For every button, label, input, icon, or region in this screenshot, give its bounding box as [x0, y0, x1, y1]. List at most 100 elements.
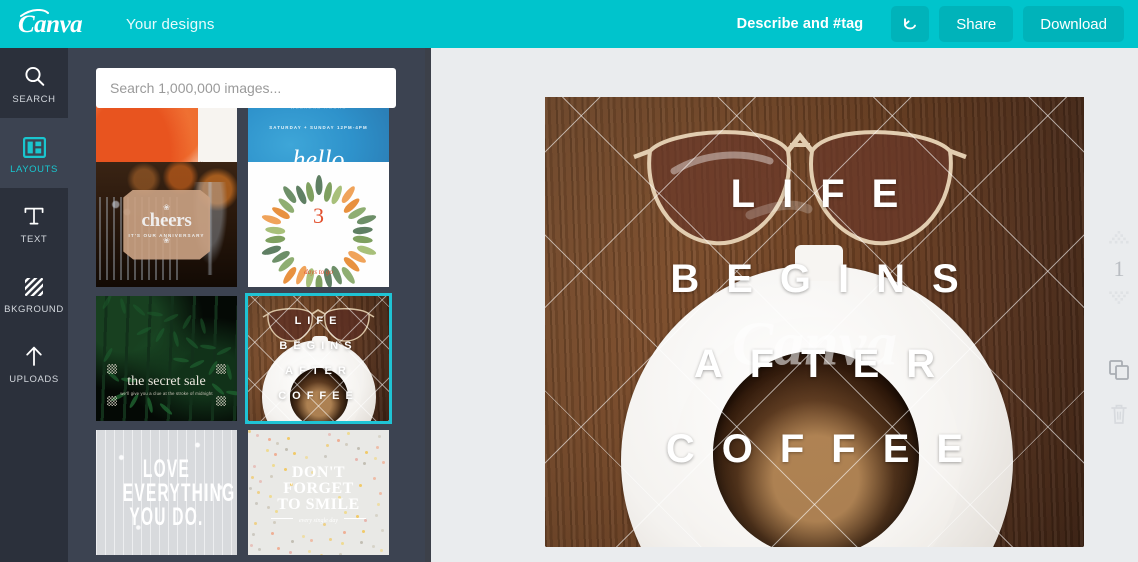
- layout-thumbnail-selected[interactable]: LIFE BEGINS AFTER COFFEE: [245, 293, 392, 424]
- sidebar-item-uploads[interactable]: UPLOADS: [0, 328, 68, 398]
- design-canvas[interactable]: Canva LIFE BEGINS AFTER COFFEE: [545, 97, 1084, 547]
- confetti-dot: [345, 443, 348, 446]
- share-button[interactable]: Share: [939, 6, 1014, 42]
- poster-line: FORGET: [283, 479, 354, 497]
- confetti-dot: [374, 457, 377, 460]
- confetti-dot: [305, 456, 308, 459]
- poster-line: EVERYTHING: [122, 478, 236, 507]
- download-button[interactable]: Download: [1023, 6, 1124, 42]
- confetti-dot: [382, 461, 385, 464]
- confetti-dot: [277, 547, 280, 550]
- thumbnail-title: the secret sale: [127, 373, 206, 389]
- trash-icon: [1109, 403, 1129, 430]
- confetti-dot: [252, 533, 255, 536]
- canva-logo[interactable]: Canva: [18, 9, 90, 39]
- canva-editor-window: Canva Your designs Describe and #tag Sha…: [0, 0, 1138, 562]
- undo-button[interactable]: [891, 6, 930, 42]
- confetti-dot: [328, 433, 331, 436]
- confetti-dot: [360, 541, 363, 544]
- nav-your-designs[interactable]: Your designs: [126, 16, 215, 33]
- move-page-down-button[interactable]: [1100, 286, 1138, 312]
- confetti-dot: [256, 434, 259, 437]
- sidebar-item-search[interactable]: SEARCH: [0, 48, 68, 118]
- canvas-area[interactable]: Canva LIFE BEGINS AFTER COFFEE: [425, 48, 1138, 562]
- confetti-dot: [365, 451, 368, 454]
- text-t-icon: [22, 202, 46, 228]
- confetti-dot: [258, 548, 261, 551]
- corner-ornament: [216, 364, 226, 374]
- confetti-dot: [326, 444, 329, 447]
- confetti-dot: [381, 529, 384, 532]
- confetti-dot: [310, 539, 313, 542]
- confetti-dot: [250, 544, 253, 547]
- confetti-dot: [380, 549, 383, 552]
- left-tool-rail: SEARCH LAYOUTS TEXT BKGROUND UPLOADS: [0, 48, 68, 562]
- confetti-dot: [372, 545, 375, 548]
- confetti-dot: [339, 553, 342, 555]
- move-page-up-button[interactable]: [1100, 226, 1138, 252]
- layout-thumbnail[interactable]: 3 days to go: [248, 162, 389, 287]
- wreath-petal: [351, 234, 373, 244]
- confetti-dot: [343, 531, 346, 534]
- delete-page-button[interactable]: [1100, 394, 1138, 438]
- upload-arrow-icon: [22, 342, 46, 368]
- thumbnail-title: cheers: [141, 210, 192, 231]
- svg-text:Canva: Canva: [18, 11, 82, 38]
- layouts-panel: PRESALE $25/$40 DAY OF PRESALE ENDS AUGU…: [68, 48, 425, 562]
- page-number: 1: [1113, 256, 1125, 281]
- top-bar: Canva Your designs Describe and #tag Sha…: [0, 0, 1138, 48]
- confetti-dot: [291, 540, 294, 543]
- poster-line: LOVE: [142, 454, 191, 483]
- layouts-thumbnail-grid: PRESALE $25/$40 DAY OF PRESALE ENDS AUGU…: [96, 48, 396, 562]
- poster-line: TO SMILE: [277, 495, 360, 513]
- confetti-dot: [293, 452, 296, 455]
- ornament-bottom: ❀: [163, 236, 170, 245]
- sidebar-item-text[interactable]: TEXT: [0, 188, 68, 258]
- rail-filler: [0, 398, 68, 562]
- corner-ornament: [107, 396, 117, 406]
- layout-thumbnail[interactable]: the secret sale we'll give you a clue at…: [96, 296, 237, 421]
- confetti-dot: [308, 550, 311, 553]
- sidebar-item-bkground[interactable]: BKGROUND: [0, 258, 68, 328]
- corner-ornament: [107, 364, 117, 374]
- wreath-petal: [315, 174, 322, 195]
- sidebar-item-label: SEARCH: [12, 93, 56, 105]
- search-field-wrapper: [96, 68, 396, 108]
- divider-dash: [270, 517, 293, 519]
- poster-text-block: DON'T FORGET TO SMILE: [248, 463, 389, 513]
- top-bar-actions: Describe and #tag Share Download: [737, 6, 1138, 42]
- confetti-dot: [302, 535, 305, 538]
- poster-line: YOU DO.: [129, 502, 204, 531]
- undo-arrow-icon: [901, 15, 919, 33]
- sidebar-item-label: BKGROUND: [4, 303, 64, 315]
- sidebar-item-label: LAYOUTS: [10, 163, 58, 175]
- layout-thumbnail[interactable]: LOVE EVERYTHING YOU DO.: [96, 430, 237, 555]
- wreath-petal: [315, 274, 322, 287]
- confetti-dot: [268, 438, 271, 441]
- search-input[interactable]: [96, 68, 396, 108]
- corner-ornament: [216, 396, 226, 406]
- describe-and-tag-link[interactable]: Describe and #tag: [737, 16, 864, 32]
- crema: [713, 351, 919, 547]
- duplicate-page-button[interactable]: [1100, 350, 1138, 394]
- poster-line: DON'T: [291, 463, 346, 481]
- confetti-dot: [337, 439, 340, 442]
- confetti-dot: [287, 437, 290, 440]
- thumbnail-badge: ❀ cheers IT'S OUR ANNIVERSARY ❀: [122, 189, 211, 260]
- poster-subtitle: every single day: [248, 517, 389, 524]
- confetti-dot: [248, 430, 251, 433]
- confetti-dot: [271, 532, 274, 535]
- confetti-dot: [378, 435, 381, 438]
- confetti-dot: [289, 551, 292, 554]
- wreath-petal: [264, 234, 286, 244]
- chevron-up-dotted-icon: [1108, 231, 1130, 247]
- confetti-dot: [347, 432, 350, 435]
- crema: [290, 368, 348, 421]
- confetti-dot: [341, 542, 344, 545]
- layout-thumbnail[interactable]: ❀ cheers IT'S OUR ANNIVERSARY ❀: [96, 162, 237, 287]
- sidebar-item-layouts[interactable]: LAYOUTS: [0, 118, 68, 188]
- ornament-top: ❀: [163, 203, 170, 212]
- confetti-dot: [285, 448, 288, 451]
- layout-thumbnail[interactable]: DON'T FORGET TO SMILE every single day: [248, 430, 389, 555]
- duplicate-page-icon: [1108, 359, 1130, 386]
